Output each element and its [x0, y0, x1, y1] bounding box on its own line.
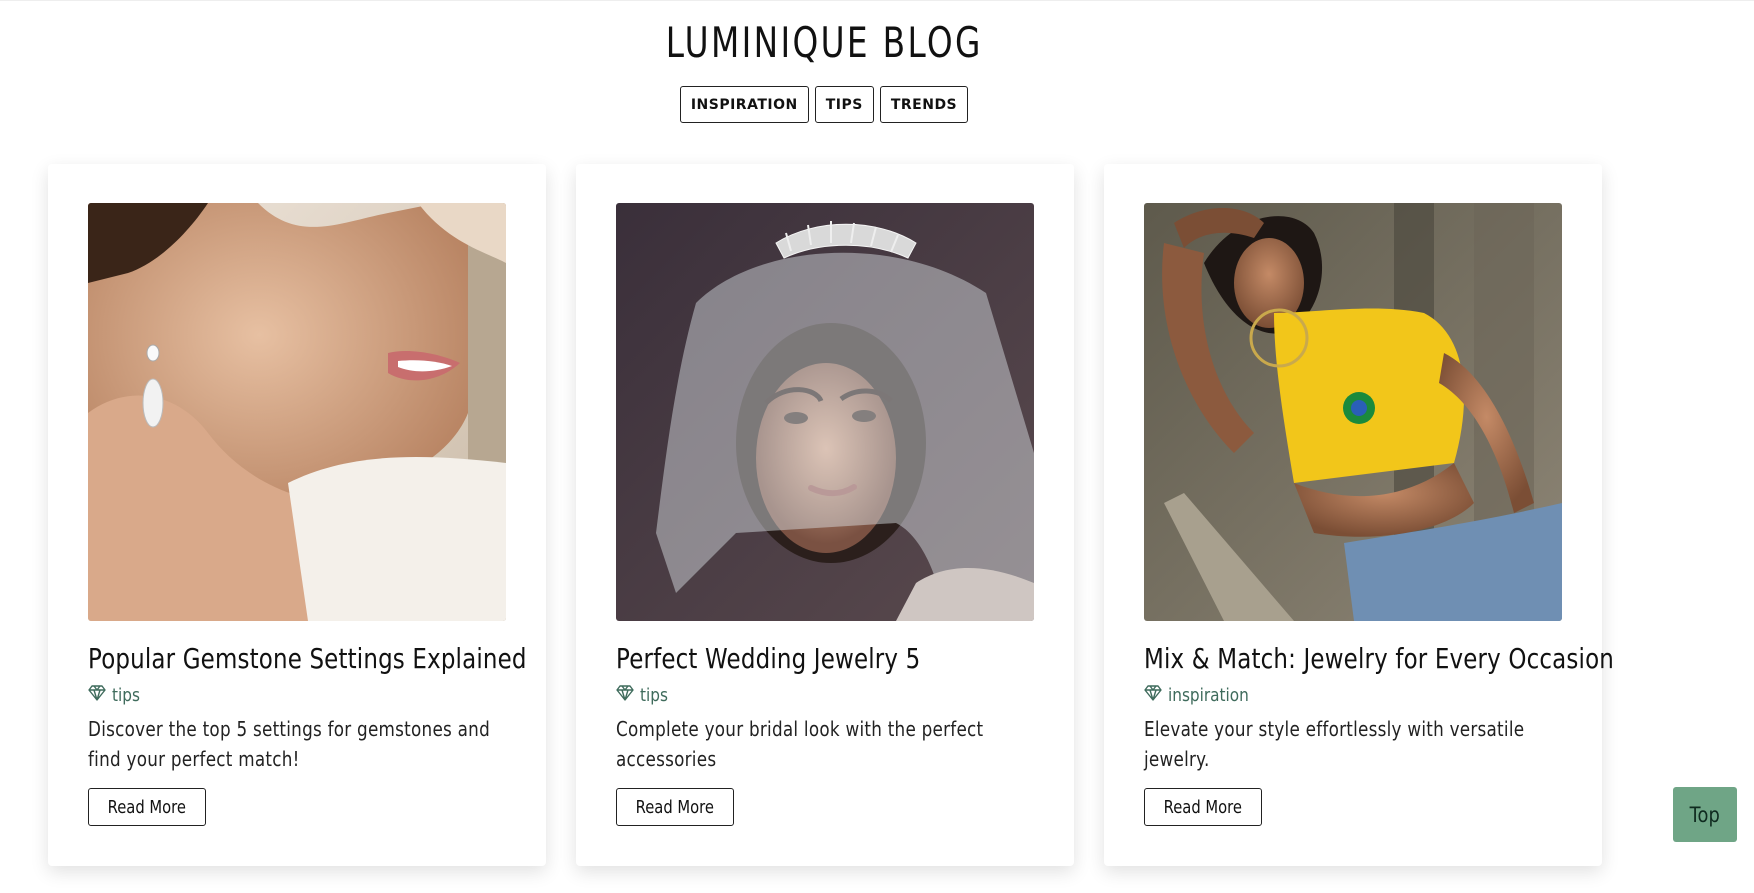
post-description: Discover the top 5 settings for gemstone… [88, 717, 490, 771]
post-image[interactable] [616, 203, 1034, 621]
post-tag[interactable]: tips [88, 685, 506, 706]
post-tag-label: inspiration [1168, 685, 1249, 706]
post-tag-label: tips [640, 685, 668, 706]
filter-tips-button[interactable]: TIPS [814, 86, 874, 123]
gem-icon [1144, 685, 1162, 706]
category-filters: INSPIRATION TIPS TRENDS [0, 86, 1648, 123]
read-more-button[interactable]: Read More [88, 788, 206, 826]
gem-icon [616, 685, 634, 706]
filter-trends-button[interactable]: TRENDS [879, 86, 969, 123]
gem-icon [88, 685, 106, 706]
post-card: Mix & Match: Jewelry for Every Occasion … [1104, 164, 1614, 866]
top-divider [0, 0, 1754, 1]
post-tag[interactable]: tips [616, 685, 1034, 706]
filter-inspiration-button[interactable]: INSPIRATION [679, 86, 809, 123]
post-tag[interactable]: inspiration [1144, 685, 1562, 706]
post-title[interactable]: Popular Gemstone Settings Explained [88, 641, 526, 677]
blog-header: LUMINIQUE BLOG [0, 18, 1648, 67]
post-card: Perfect Wedding Jewelry 5 tips Complete … [576, 164, 1074, 866]
read-more-button[interactable]: Read More [616, 788, 734, 826]
post-description: Complete your bridal look with the perfe… [616, 717, 984, 771]
post-title[interactable]: Mix & Match: Jewelry for Every Occasion [1144, 641, 1614, 677]
post-title[interactable]: Perfect Wedding Jewelry 5 [616, 641, 1034, 677]
back-to-top-button[interactable]: Top [1673, 787, 1737, 842]
post-image[interactable] [1144, 203, 1562, 621]
post-tag-label: tips [112, 685, 140, 706]
post-description: Elevate your style effortlessly with ver… [1144, 717, 1525, 771]
post-card: Popular Gemstone Settings Explained tips… [48, 164, 546, 866]
page-title: LUMINIQUE BLOG [665, 18, 983, 67]
post-image[interactable] [88, 203, 506, 621]
read-more-button[interactable]: Read More [1144, 788, 1262, 826]
